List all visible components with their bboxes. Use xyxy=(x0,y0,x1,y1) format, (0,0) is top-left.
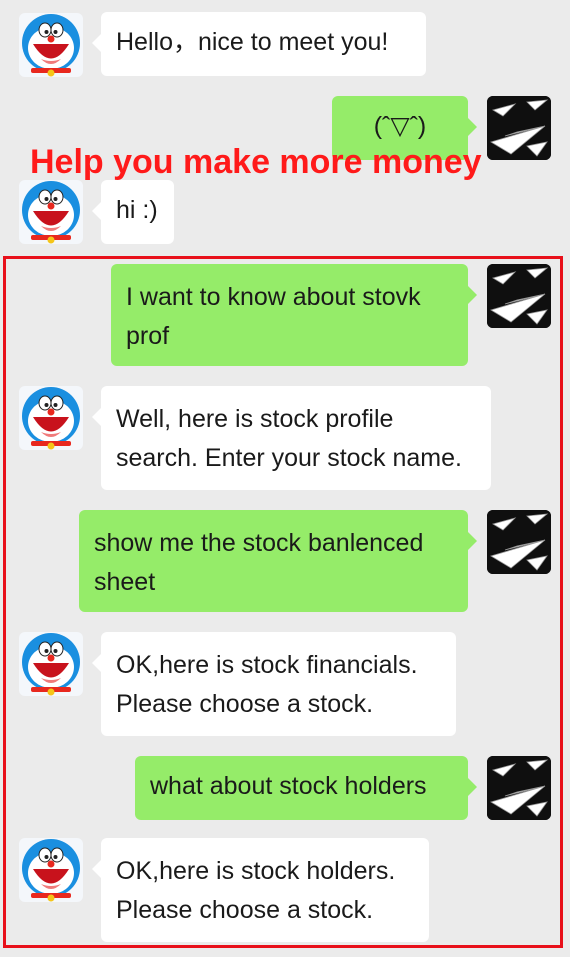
message-bubble-bot: Well, here is stock profile search. Ente… xyxy=(92,386,491,490)
bot-avatar-icon[interactable] xyxy=(19,632,83,696)
message-bubble-user: show me the stock banlenced sheet xyxy=(79,510,477,612)
message-bubble-bot: hi :) xyxy=(92,180,174,244)
message-bubble-bot: OK,here is stock financials. Please choo… xyxy=(92,632,456,736)
promo-banner: Help you make more money xyxy=(30,143,482,181)
message-bubble-user: what about stock holders xyxy=(135,756,477,820)
message-bubble-bot: Hello，nice to meet you! xyxy=(92,12,426,76)
user-avatar-icon[interactable] xyxy=(487,756,551,820)
message-bubble-bot: OK,here is stock holders. Please choose … xyxy=(92,838,429,942)
bot-avatar-icon[interactable] xyxy=(19,180,83,244)
bot-avatar-icon[interactable] xyxy=(19,386,83,450)
message-bubble-user: I want to know about stovk prof xyxy=(111,264,477,366)
bot-avatar-icon[interactable] xyxy=(19,838,83,902)
user-avatar-icon[interactable] xyxy=(487,264,551,328)
user-avatar-icon[interactable] xyxy=(487,510,551,574)
bot-avatar-icon[interactable] xyxy=(19,13,83,77)
